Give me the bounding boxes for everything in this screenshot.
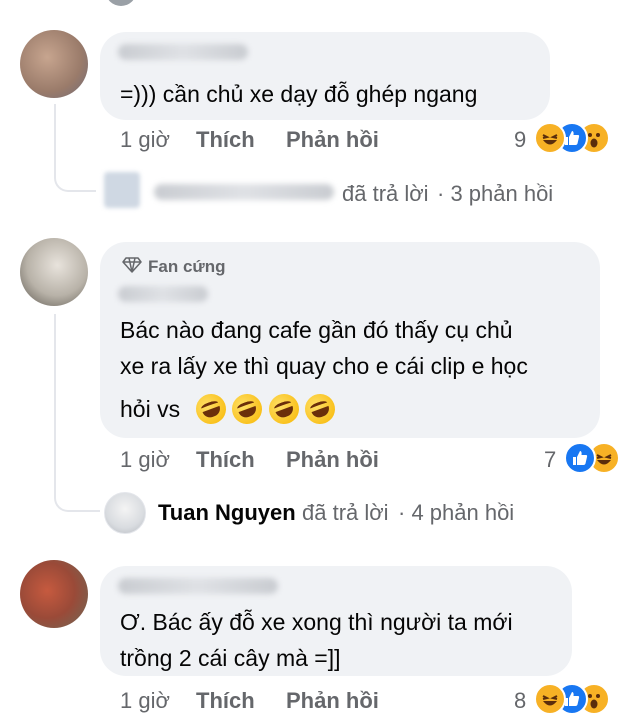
- reply-summary-action[interactable]: đã trả lời: [302, 500, 389, 526]
- comment-text: xe ra lấy xe thì quay cho e cái clip e h…: [120, 353, 528, 379]
- like-button[interactable]: Thích: [196, 127, 255, 153]
- reply-summary-action[interactable]: đã trả lời: [342, 181, 429, 207]
- reply-thread-line: [54, 104, 96, 192]
- comment-time[interactable]: 1 giờ: [120, 447, 170, 473]
- like-button[interactable]: Thích: [196, 447, 255, 473]
- reply-author-blurred[interactable]: [154, 184, 334, 200]
- avatar[interactable]: [20, 30, 88, 98]
- reply-button[interactable]: Phản hồi: [286, 447, 379, 473]
- haha-reaction-icon: [534, 683, 566, 715]
- comment-time[interactable]: 1 giờ: [120, 127, 170, 153]
- rofl-emoji-icon: [228, 389, 267, 429]
- diamond-icon: [122, 256, 142, 279]
- reply-avatar-blurred[interactable]: [104, 172, 140, 208]
- avatar-partial: [106, 0, 136, 6]
- reply-button[interactable]: Phản hồi: [286, 127, 379, 153]
- comment-text: =))) cần chủ xe dạy đỗ ghép ngang: [120, 81, 478, 107]
- rofl-emojis: [191, 389, 340, 429]
- avatar[interactable]: [20, 560, 88, 628]
- rofl-emoji-icon: [301, 389, 340, 429]
- haha-reaction-icon: [534, 122, 566, 154]
- reaction-count[interactable]: 7: [544, 447, 556, 473]
- rofl-emoji-icon: [191, 389, 231, 429]
- like-button[interactable]: Thích: [196, 688, 255, 714]
- reply-button[interactable]: Phản hồi: [286, 688, 379, 714]
- rofl-emoji-icon: [264, 389, 304, 429]
- comment-time[interactable]: 1 giờ: [120, 688, 170, 714]
- comment-text: trồng 2 cái cây mà =]]: [120, 645, 341, 671]
- reply-summary-count[interactable]: · 4 phản hồi: [398, 500, 514, 526]
- comment-author-blurred[interactable]: [118, 44, 248, 60]
- reaction-count[interactable]: 8: [514, 688, 526, 714]
- reply-thread-line: [54, 314, 100, 512]
- avatar[interactable]: [20, 238, 88, 306]
- comment-author-blurred[interactable]: [118, 578, 278, 594]
- comment-text: Ơ. Bác ấy đỗ xe xong thì người ta mới: [120, 609, 513, 635]
- reactions[interactable]: [534, 683, 624, 715]
- fan-badge: Fan cứng: [148, 257, 226, 276]
- comment-text: hỏi vs: [120, 396, 181, 422]
- reactions[interactable]: [564, 442, 630, 476]
- reactions[interactable]: [534, 122, 624, 156]
- like-reaction-icon: [564, 442, 596, 474]
- reply-avatar[interactable]: [104, 492, 146, 534]
- reaction-count[interactable]: 9: [514, 127, 526, 153]
- reply-summary-author[interactable]: Tuan Nguyen: [158, 500, 296, 526]
- comment-author-blurred[interactable]: [118, 286, 208, 302]
- comment-text: Bác nào đang cafe gần đó thấy cụ chủ: [120, 317, 513, 343]
- reply-summary-count[interactable]: · 3 phản hồi: [437, 181, 553, 207]
